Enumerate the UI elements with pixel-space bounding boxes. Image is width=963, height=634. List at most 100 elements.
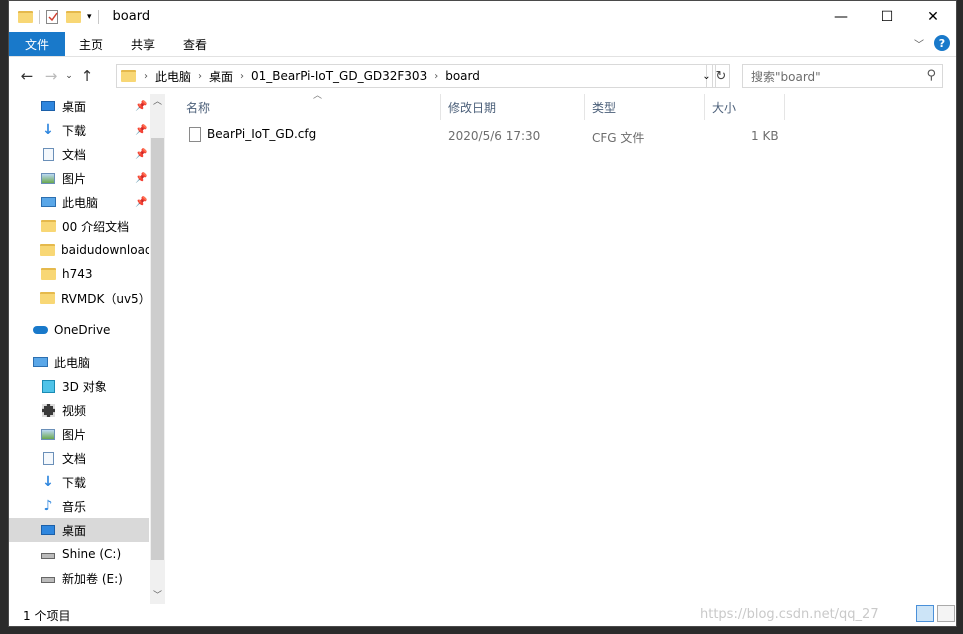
nav-scrollbar[interactable]: ︿ ﹀ (150, 94, 165, 604)
chevron-right-icon[interactable]: › (240, 71, 244, 82)
minimize-button[interactable]: — (818, 1, 864, 32)
recent-locations-icon[interactable]: ⌄ (63, 71, 75, 81)
search-box[interactable]: 搜索"board" ⚲ (742, 64, 943, 88)
music-icon: ♪ (43, 498, 53, 514)
nav-item-this-pc-pinned[interactable]: 此电脑 📌 (9, 190, 149, 214)
nav-item-desktop-selected[interactable]: 桌面 (9, 518, 149, 542)
breadcrumb-this-pc[interactable]: 此电脑 (155, 68, 191, 85)
folder-icon (40, 219, 56, 233)
back-arrow-icon[interactable]: ← (15, 67, 39, 85)
drive-icon (40, 571, 56, 585)
nav-label: 此电脑 (62, 195, 99, 210)
nav-item-downloads[interactable]: ↓ 下载 (9, 470, 149, 494)
chevron-right-icon[interactable]: › (198, 71, 202, 82)
address-bar[interactable]: › 此电脑 › 桌面 › 01_BearPi-IoT_GD_GD32F303 ›… (116, 64, 707, 88)
nav-item-drive-e[interactable]: 新加卷 (E:) (9, 566, 149, 590)
cloud-icon (32, 323, 48, 337)
nav-label: 文档 (62, 147, 87, 162)
column-header-size[interactable]: 大小 (705, 94, 785, 120)
nav-item-pictures[interactable]: 图片 (9, 422, 149, 446)
expand-ribbon-icon[interactable]: ﹀ (914, 36, 924, 51)
folder-icon (40, 291, 55, 305)
download-icon: ↓ (42, 122, 54, 138)
pin-icon[interactable]: 📌 (135, 101, 147, 112)
maximize-button[interactable]: ☐ (864, 1, 910, 32)
scrollbar-thumb[interactable] (151, 138, 164, 560)
nav-item-folder[interactable]: baidudownload (9, 238, 149, 262)
nav-item-documents[interactable]: 文档 📌 (9, 142, 149, 166)
title-bar: ▾ board — ☐ ✕ (9, 1, 956, 32)
nav-label: 音乐 (62, 499, 87, 514)
file-icon (189, 127, 201, 142)
column-header-type[interactable]: 类型 (585, 94, 705, 120)
breadcrumb-board[interactable]: board (445, 69, 480, 83)
details-view-icon[interactable] (916, 605, 934, 622)
search-input[interactable]: 搜索"board" (751, 68, 821, 85)
refresh-icon[interactable]: ↻ (712, 64, 730, 88)
nav-label: Shine (C:) (62, 547, 122, 561)
nav-item-3d-objects[interactable]: 3D 对象 (9, 374, 149, 398)
pictures-icon (40, 427, 56, 441)
help-icon[interactable]: ? (934, 35, 950, 51)
file-type: CFG 文件 (592, 131, 645, 145)
nav-label: 00 介绍文档 (62, 219, 130, 234)
tab-home[interactable]: 主页 (65, 32, 117, 56)
nav-item-onedrive[interactable]: OneDrive (9, 318, 149, 342)
nav-label: 文档 (62, 451, 87, 466)
breadcrumb-desktop[interactable]: 桌面 (209, 68, 233, 85)
large-icons-view-icon[interactable] (937, 605, 955, 622)
quick-access-toolbar: ▾ (9, 1, 105, 32)
nav-item-desktop[interactable]: 桌面 📌 (9, 94, 149, 118)
desktop-icon (40, 99, 56, 113)
pin-icon[interactable]: 📌 (135, 149, 147, 160)
desktop-icon (40, 523, 56, 537)
nav-item-drive-c[interactable]: Shine (C:) (9, 542, 149, 566)
properties-icon[interactable] (46, 9, 58, 24)
folder-icon (40, 243, 55, 257)
search-icon: ⚲ (926, 68, 936, 83)
customize-quick-access-icon[interactable]: ▾ (87, 12, 92, 22)
window-controls: — ☐ ✕ (818, 1, 956, 32)
chevron-right-icon[interactable]: › (144, 71, 148, 82)
nav-label: 视频 (62, 403, 87, 418)
tab-share[interactable]: 共享 (117, 32, 169, 56)
scroll-down-icon[interactable]: ﹀ (150, 588, 165, 604)
pin-icon[interactable]: 📌 (135, 197, 147, 208)
nav-item-documents[interactable]: 文档 (9, 446, 149, 470)
chevron-right-icon[interactable]: › (434, 71, 438, 82)
drive-icon (40, 547, 56, 561)
nav-item-folder[interactable]: h743 (9, 262, 149, 286)
pin-icon[interactable]: 📌 (135, 125, 147, 136)
item-count: 1 个项目 (23, 609, 71, 623)
pin-icon[interactable]: 📌 (135, 173, 147, 184)
download-icon: ↓ (42, 474, 54, 490)
column-header-name[interactable]: 名称 (179, 94, 441, 120)
nav-item-downloads[interactable]: ↓ 下载 📌 (9, 118, 149, 142)
window-title: board (112, 9, 151, 24)
nav-label: OneDrive (54, 323, 111, 337)
nav-item-folder[interactable]: 00 介绍文档 (9, 214, 149, 238)
tab-file[interactable]: 文件 (9, 32, 65, 56)
scroll-up-icon[interactable]: ︿ (150, 94, 165, 110)
file-row[interactable]: BearPi_IoT_GD.cfg 2020/5/6 17:30 CFG 文件 … (179, 125, 954, 147)
breadcrumb-project[interactable]: 01_BearPi-IoT_GD_GD32F303 (251, 69, 427, 83)
close-button[interactable]: ✕ (910, 1, 956, 32)
column-header-modified[interactable]: 修改日期 (441, 94, 585, 120)
watermark-text: https://blog.csdn.net/qq_27 (700, 607, 879, 622)
nav-label: baidudownload (61, 243, 149, 257)
pc-icon (40, 195, 56, 209)
nav-item-pictures[interactable]: 图片 📌 (9, 166, 149, 190)
up-arrow-icon[interactable]: ↑ (75, 67, 99, 85)
nav-item-this-pc[interactable]: 此电脑 (9, 350, 149, 374)
file-size: 1 KB (751, 129, 779, 143)
tab-view[interactable]: 查看 (169, 32, 221, 56)
nav-label: 图片 (62, 427, 87, 442)
file-name: BearPi_IoT_GD.cfg (207, 127, 317, 141)
nav-item-music[interactable]: ♪ 音乐 (9, 494, 149, 518)
forward-arrow-icon[interactable]: → (39, 67, 63, 85)
nav-label: 桌面 (62, 99, 87, 114)
nav-label: 下载 (62, 123, 87, 138)
new-folder-icon[interactable] (66, 10, 81, 23)
nav-item-folder[interactable]: RVMDK（uv5） (9, 286, 149, 310)
nav-item-videos[interactable]: 视频 (9, 398, 149, 422)
